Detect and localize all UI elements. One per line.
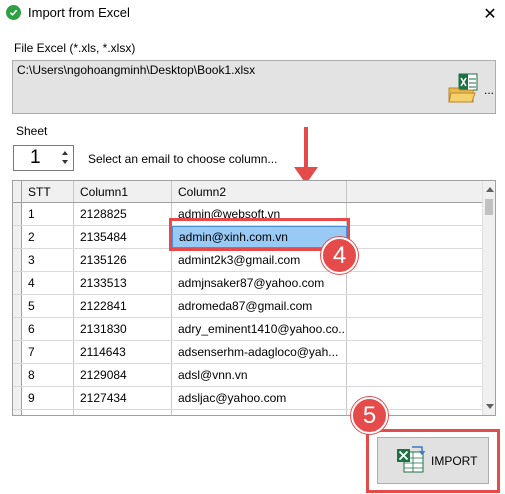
cell-column1[interactable]: 2135484 <box>74 226 172 248</box>
row-header[interactable] <box>13 410 22 415</box>
cell-stt[interactable]: 2 <box>22 226 74 248</box>
table-row[interactable]: 102121376adung20000@yahoo.com <box>13 410 483 415</box>
row-header[interactable] <box>13 341 22 363</box>
cell-stt[interactable]: 6 <box>22 318 74 340</box>
table-row[interactable]: 3 2135126 admint2k3@gmail.com <box>13 249 483 272</box>
row-header[interactable] <box>13 203 22 225</box>
cell-stt[interactable]: 4 <box>22 272 74 294</box>
cell-column2[interactable]: adry_eminent1410@yahoo.co... <box>172 318 347 340</box>
table-row[interactable]: 8 2129084 adsl@vnn.vn <box>13 364 483 387</box>
cell-column2[interactable]: adsl@vnn.vn <box>172 364 347 386</box>
sheet-label: Sheet <box>16 124 48 138</box>
cell-column1[interactable]: 2128825 <box>74 203 172 225</box>
table-row[interactable]: 1 2128825 admin@websoft.vn <box>13 203 483 226</box>
cell-column1[interactable]: 2127434 <box>74 387 172 409</box>
excel-folder-icon <box>448 73 478 103</box>
cell-column1[interactable]: 2121376 <box>74 410 172 415</box>
window-title: Import from Excel <box>28 5 130 20</box>
title-bar: Import from Excel ✕ <box>0 0 505 26</box>
row-header[interactable] <box>13 295 22 317</box>
chevron-down-icon[interactable] <box>62 160 68 164</box>
cell-stt[interactable]: 7 <box>22 341 74 363</box>
file-path-field[interactable]: C:\Users\ngohoangminh\Desktop\Book1.xlsx… <box>12 60 496 114</box>
row-header-corner <box>13 181 22 202</box>
sheet-stepper[interactable]: 1 <box>13 145 74 171</box>
cell-column1[interactable]: 2135126 <box>74 249 172 271</box>
table-row[interactable]: 6 2131830 adry_eminent1410@yahoo.co... <box>13 318 483 341</box>
step-5-badge: 5 <box>351 397 388 434</box>
stepper-arrows[interactable] <box>59 146 73 170</box>
table-row[interactable]: 2 2135484 admin@xinh.com.vn <box>13 226 483 249</box>
row-header[interactable] <box>13 318 22 340</box>
step-4-badge: 4 <box>321 237 358 274</box>
cell-column2[interactable]: admjnsaker87@yahoo.com <box>172 272 347 294</box>
close-icon: ✕ <box>483 3 497 23</box>
table-row[interactable]: 5 2122841 adromeda87@gmail.com <box>13 295 483 318</box>
row-header[interactable] <box>13 272 22 294</box>
cell-column2[interactable]: adsenserhm-adagloco@yah... <box>172 341 347 363</box>
cell-column1[interactable]: 2114643 <box>74 341 172 363</box>
row-header[interactable] <box>13 249 22 271</box>
browse-ellipsis[interactable]: ... <box>484 83 494 97</box>
excel-import-icon <box>397 445 425 472</box>
cell-column1[interactable]: 2129084 <box>74 364 172 386</box>
table-row[interactable]: 7 2114643 adsenserhm-adagloco@yah... <box>13 341 483 364</box>
arrow-down-icon <box>294 127 318 184</box>
column-header-column2[interactable]: Column2 <box>172 181 347 202</box>
grid-header: STT Column1 Column2 <box>13 181 483 203</box>
cell-stt[interactable]: 10 <box>22 410 74 415</box>
cell-column2[interactable]: admin@xinh.com.vn <box>172 226 347 248</box>
cell-column2[interactable]: admin@websoft.vn <box>172 203 347 225</box>
cell-column2[interactable]: adung20000@yahoo.com <box>172 410 347 415</box>
import-button[interactable]: IMPORT <box>377 437 489 484</box>
row-header[interactable] <box>13 387 22 409</box>
cell-stt[interactable]: 3 <box>22 249 74 271</box>
file-excel-label: File Excel (*.xls, *.xlsx) <box>14 41 136 55</box>
scroll-up-icon[interactable] <box>486 187 494 192</box>
close-button[interactable]: ✕ <box>475 0 505 26</box>
row-header[interactable] <box>13 364 22 386</box>
column-header-column1[interactable]: Column1 <box>74 181 172 202</box>
row-header[interactable] <box>13 226 22 248</box>
cell-column2[interactable]: adromeda87@gmail.com <box>172 295 347 317</box>
cell-column1[interactable]: 2133513 <box>74 272 172 294</box>
cell-column1[interactable]: 2122841 <box>74 295 172 317</box>
import-label: IMPORT <box>431 453 478 468</box>
sheet-value: 1 <box>30 147 41 168</box>
scroll-thumb[interactable] <box>485 199 493 215</box>
vertical-scrollbar[interactable] <box>482 181 495 415</box>
scroll-down-icon[interactable] <box>486 404 494 409</box>
chevron-up-icon[interactable] <box>62 151 68 155</box>
column-header-stt[interactable]: STT <box>22 181 74 202</box>
cell-column1[interactable]: 2131830 <box>74 318 172 340</box>
cell-stt[interactable]: 5 <box>22 295 74 317</box>
file-path-text: C:\Users\ngohoangminh\Desktop\Book1.xlsx <box>17 63 256 77</box>
cell-stt[interactable]: 9 <box>22 387 74 409</box>
cell-column2[interactable]: adsljac@yahoo.com <box>172 387 347 409</box>
data-grid[interactable]: STT Column1 Column2 1 2128825 admin@websof… <box>12 180 496 416</box>
cell-stt[interactable]: 1 <box>22 203 74 225</box>
browse-file-button[interactable] <box>447 71 481 105</box>
cell-stt[interactable]: 8 <box>22 364 74 386</box>
select-email-hint: Select an email to choose column... <box>88 152 278 166</box>
table-row[interactable]: 9 2127434 adsljac@yahoo.com <box>13 387 483 410</box>
check-icon <box>6 5 21 20</box>
table-row[interactable]: 4 2133513 admjnsaker87@yahoo.com <box>13 272 483 295</box>
